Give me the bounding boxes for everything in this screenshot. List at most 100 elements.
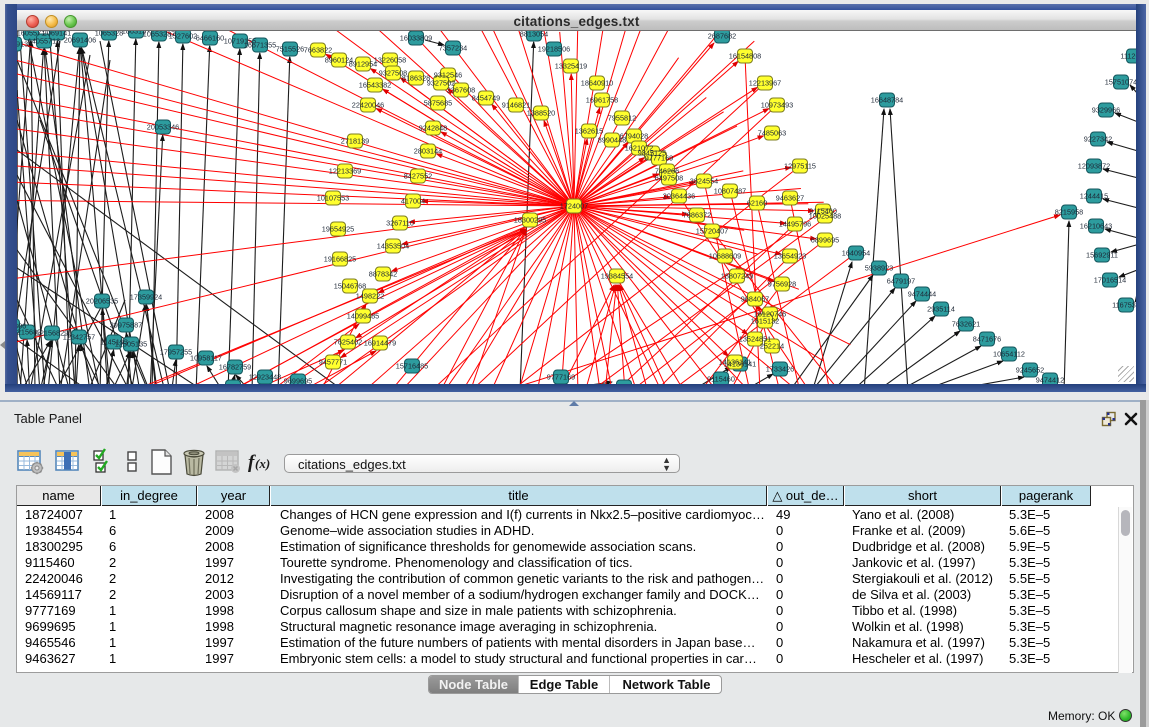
svg-text:9699695: 9699695 — [284, 377, 312, 385]
svg-text:17957255: 17957255 — [160, 348, 192, 357]
svg-text:9756928: 9756928 — [768, 280, 796, 289]
svg-text:22420046: 22420046 — [352, 101, 384, 110]
svg-text:2803144: 2803144 — [414, 147, 442, 156]
svg-text:20206535: 20206535 — [86, 297, 118, 306]
svg-text:16914479: 16914479 — [364, 339, 396, 348]
svg-text:8454749: 8454749 — [472, 94, 500, 103]
svg-text:14569117: 14569117 — [608, 383, 640, 385]
svg-text:12213369: 12213369 — [329, 167, 361, 176]
svg-text:252214: 252214 — [760, 342, 784, 351]
svg-text:16782759: 16782759 — [219, 363, 251, 372]
svg-text:2935114: 2935114 — [927, 305, 955, 314]
svg-text:14136141: 14136141 — [719, 358, 751, 367]
svg-text:8813054: 8813054 — [520, 31, 548, 39]
svg-text:9474444: 9474444 — [908, 290, 936, 299]
svg-text:9115460: 9115460 — [707, 375, 735, 384]
svg-text:1615132: 1615132 — [751, 317, 779, 326]
svg-text:8215958: 8215958 — [1055, 208, 1083, 217]
svg-text:9457771: 9457771 — [319, 358, 347, 367]
svg-text:16543382: 16543382 — [359, 81, 391, 90]
svg-text:417004: 417004 — [401, 197, 425, 206]
svg-text:1640954: 1640954 — [842, 249, 870, 258]
svg-text:16648784: 16648784 — [871, 96, 903, 105]
svg-text:1388520: 1388520 — [527, 109, 555, 118]
svg-text:16210643: 16210643 — [1080, 222, 1112, 231]
svg-text:16961758: 16961758 — [586, 96, 618, 105]
svg-text:12093872: 12093872 — [1078, 162, 1110, 171]
svg-text:9242848: 9242848 — [419, 124, 447, 133]
svg-text:6466160: 6466160 — [196, 34, 224, 43]
svg-text:13226058: 13226058 — [374, 56, 406, 65]
svg-text:13325419: 13325419 — [555, 62, 587, 71]
svg-text:6479197: 6479197 — [887, 277, 915, 286]
svg-text:1733426: 1733426 — [766, 365, 794, 374]
svg-text:10688609: 10688609 — [709, 252, 741, 261]
svg-text:7886372: 7886372 — [683, 211, 711, 220]
svg-text:15751074: 15751074 — [1105, 78, 1136, 87]
svg-text:3824554: 3824554 — [690, 177, 718, 186]
svg-text:19166825: 19166825 — [324, 255, 356, 264]
svg-text:20691406: 20691406 — [64, 36, 96, 45]
svg-text:7632621: 7632621 — [952, 320, 980, 329]
svg-text:8878342: 8878342 — [369, 270, 397, 279]
svg-text:18640910: 18640910 — [581, 79, 613, 88]
svg-text:19384554: 19384554 — [601, 272, 633, 281]
svg-text:6497508: 6497508 — [655, 174, 683, 183]
svg-text:9684067: 9684067 — [741, 295, 769, 304]
svg-text:20053346: 20053346 — [147, 123, 179, 132]
svg-text:19218506: 19218506 — [538, 45, 570, 54]
svg-text:5875685: 5875685 — [424, 99, 452, 108]
svg-text:7955812: 7955812 — [608, 114, 636, 123]
svg-text:2687682: 2687682 — [708, 32, 736, 41]
svg-text:10107553: 10107553 — [317, 194, 349, 203]
svg-text:10973493: 10973493 — [761, 101, 793, 110]
svg-text:2718139: 2718139 — [341, 137, 369, 146]
svg-text:17016514: 17016514 — [1094, 276, 1126, 285]
svg-text:17359924: 17359924 — [130, 293, 162, 302]
svg-text:1527602: 1527602 — [169, 32, 197, 41]
svg-text:8427552: 8427552 — [404, 172, 432, 181]
svg-text:7515526: 7515526 — [276, 45, 304, 54]
svg-text:(x): (x) — [255, 456, 270, 471]
svg-text:14353504: 14353504 — [377, 242, 409, 251]
svg-text:12342757: 12342757 — [63, 333, 95, 342]
svg-text:16671355: 16671355 — [244, 41, 276, 50]
svg-text:3267110: 3267110 — [386, 219, 414, 228]
svg-text:1244415: 1244415 — [1080, 192, 1108, 201]
svg-text:1724007: 1724007 — [560, 202, 588, 211]
svg-text:6899695: 6899695 — [811, 236, 839, 245]
svg-text:9474412: 9474412 — [1036, 376, 1064, 385]
svg-text:16154808: 16154808 — [729, 52, 761, 61]
svg-text:14099485: 14099485 — [347, 312, 379, 321]
svg-text:10654112: 10654112 — [993, 350, 1025, 359]
svg-text:62160: 62160 — [747, 199, 767, 208]
svg-text:18807249: 18807249 — [721, 272, 753, 281]
svg-text:10958117: 10958117 — [190, 354, 222, 363]
svg-text:20364436: 20364436 — [663, 192, 695, 201]
svg-text:16033809: 16033809 — [400, 34, 432, 43]
svg-text:9465546: 9465546 — [219, 383, 247, 385]
svg-text:15046768: 15046768 — [334, 282, 366, 291]
svg-text:7357234: 7357234 — [439, 44, 467, 53]
svg-text:15720407: 15720407 — [696, 227, 728, 236]
svg-text:12923448: 12923448 — [249, 373, 281, 382]
svg-text:9245652: 9245652 — [1016, 366, 1044, 375]
svg-text:9777169: 9777169 — [547, 373, 575, 382]
svg-text:10807487: 10807487 — [714, 187, 746, 196]
svg-text:7485063: 7485063 — [758, 129, 786, 138]
svg-text:1112605: 1112605 — [1120, 52, 1136, 61]
svg-text:14055713: 14055713 — [28, 37, 60, 46]
svg-text:15692911: 15692911 — [1086, 251, 1118, 260]
svg-text:5938923: 5938923 — [865, 264, 893, 273]
svg-text:18300295: 18300295 — [514, 216, 546, 225]
svg-text:13654923: 13654923 — [774, 252, 806, 261]
svg-text:6794028: 6794028 — [620, 132, 648, 141]
svg-text:12213967: 12213967 — [749, 79, 781, 88]
svg-text:9777169: 9777169 — [645, 154, 673, 163]
svg-text:7625402: 7625402 — [334, 338, 362, 347]
svg-text:9105913: 9105913 — [17, 40, 28, 49]
svg-text:39975887: 39975887 — [110, 321, 142, 330]
svg-text:10025488: 10025488 — [809, 212, 841, 221]
svg-text:1498222: 1498222 — [356, 292, 384, 301]
svg-text:1362615: 1362615 — [575, 127, 603, 136]
